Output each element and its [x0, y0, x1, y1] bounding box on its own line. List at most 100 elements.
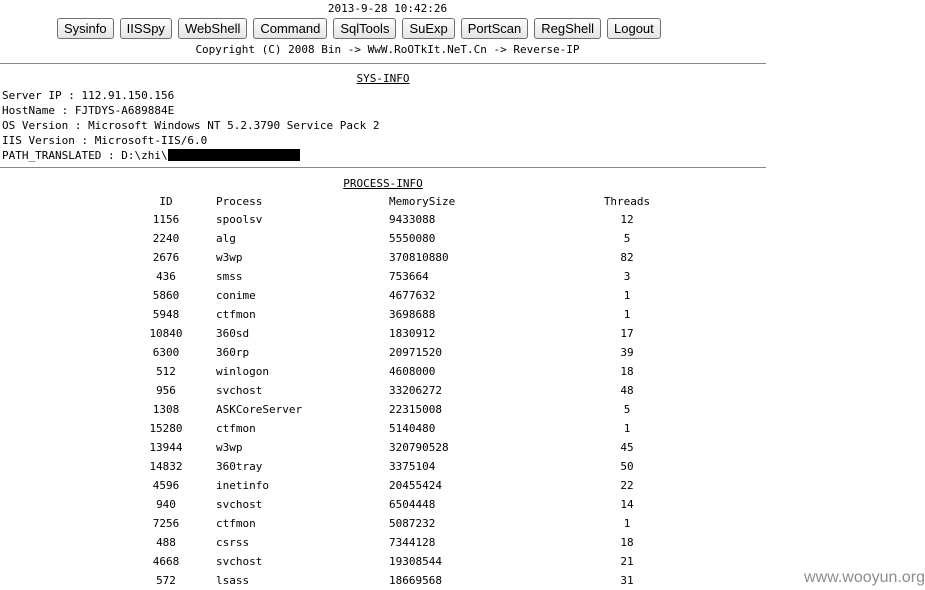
cell-threads: 82	[620, 251, 634, 264]
table-row: 2240 alg 5550080 5	[120, 229, 685, 248]
iis-version: IIS Version : Microsoft-IIS/6.0	[2, 134, 208, 147]
cell-process: smss	[216, 270, 243, 283]
cell-threads: 17	[620, 327, 634, 340]
cell-id: 14832	[149, 460, 183, 473]
path-translated-line: PATH_TRANSLATED : D:\zhi\	[2, 148, 380, 163]
table-row: 436 smss 753664 3	[120, 267, 685, 286]
sysinfo-block: Server IP : 112.91.150.156 HostName : FJ…	[2, 88, 380, 163]
cell-threads: 50	[620, 460, 634, 473]
cell-id: 1156	[152, 213, 180, 226]
table-row: 13944 w3wp 320790528 45	[120, 438, 685, 457]
cell-memory: 20971520	[389, 346, 442, 359]
table-row: 14832 360tray 3375104 50	[120, 457, 685, 476]
timestamp: 2013-9-28 10:42:26	[327, 2, 448, 15]
cell-threads: 3	[623, 270, 631, 283]
table-row: 956 svchost 33206272 48	[120, 381, 685, 400]
cell-threads: 21	[620, 555, 634, 568]
cell-id: 2240	[152, 232, 180, 245]
cell-process: svchost	[216, 498, 263, 511]
cell-memory: 3698688	[389, 308, 436, 321]
cell-memory: 3375104	[389, 460, 436, 473]
portscan-button[interactable]: PortScan	[460, 18, 529, 39]
cell-process: 360sd	[216, 327, 250, 340]
cell-id: 15280	[149, 422, 183, 435]
table-row: 512 winlogon 4608000 18	[120, 362, 685, 381]
table-row: 572 lsass 18669568 31	[120, 571, 685, 590]
cell-id: 10840	[149, 327, 183, 340]
cell-memory: 5140480	[389, 422, 436, 435]
cell-process: ctfmon	[216, 517, 256, 530]
cell-process: ctfmon	[216, 422, 256, 435]
cell-threads: 12	[620, 213, 634, 226]
cell-id: 5860	[152, 289, 180, 302]
nav-bar: Sysinfo IISSpy WebShell Command SqlTools…	[57, 18, 661, 39]
cell-memory: 320790528	[389, 441, 449, 454]
cell-threads: 22	[620, 479, 634, 492]
cell-process: w3wp	[216, 251, 243, 264]
sysinfo-title: SYS-INFO	[356, 72, 410, 85]
divider	[0, 63, 766, 64]
col-threads: Threads	[603, 195, 651, 208]
watermark: www.wooyun.org	[804, 569, 925, 586]
cell-memory: 18669568	[389, 574, 442, 587]
cell-threads: 1	[623, 289, 631, 302]
process-table: ID Process MemorySize Threads 1156 spools…	[120, 193, 685, 590]
logout-button[interactable]: Logout	[607, 18, 661, 39]
iisspy-button[interactable]: IISSpy	[119, 18, 172, 39]
copyright-text: Copyright (C) 2008 Bin -> WwW.RoOTkIt.Ne…	[195, 43, 580, 56]
divider	[0, 167, 766, 168]
cell-threads: 45	[620, 441, 634, 454]
redaction-bar	[167, 149, 300, 161]
table-row: 1308 ASKCoreServer 22315008 5	[120, 400, 685, 419]
cell-id: 4668	[152, 555, 180, 568]
cell-id: 13944	[149, 441, 183, 454]
cell-memory: 7344128	[389, 536, 436, 549]
col-process: Process	[216, 195, 263, 208]
suexp-button[interactable]: SuExp	[402, 18, 455, 39]
command-button[interactable]: Command	[253, 18, 328, 39]
table-row: 10840 360sd 1830912 17	[120, 324, 685, 343]
table-row: 1156 spoolsv 9433088 12	[120, 210, 685, 229]
table-row: 4596 inetinfo 20455424 22	[120, 476, 685, 495]
table-row: 5948 ctfmon 3698688 1	[120, 305, 685, 324]
cell-id: 512	[156, 365, 176, 378]
regshell-button[interactable]: RegShell	[534, 18, 602, 39]
cell-threads: 18	[620, 536, 634, 549]
cell-memory: 753664	[389, 270, 429, 283]
cell-id: 436	[156, 270, 176, 283]
cell-memory: 6504448	[389, 498, 436, 511]
cell-threads: 39	[620, 346, 634, 359]
table-row: 4668 svchost 19308544 21	[120, 552, 685, 571]
cell-process: lsass	[216, 574, 250, 587]
cell-process: inetinfo	[216, 479, 269, 492]
cell-threads: 5	[623, 403, 631, 416]
cell-memory: 370810880	[389, 251, 449, 264]
col-memorysize: MemorySize	[389, 195, 456, 208]
sqltools-button[interactable]: SqlTools	[333, 18, 397, 39]
cell-process: 360rp	[216, 346, 250, 359]
cell-memory: 5550080	[389, 232, 436, 245]
table-row: 488 csrss 7344128 18	[120, 533, 685, 552]
cell-process: winlogon	[216, 365, 269, 378]
cell-id: 488	[156, 536, 176, 549]
cell-memory: 33206272	[389, 384, 442, 397]
cell-id: 7256	[152, 517, 180, 530]
cell-id: 6300	[152, 346, 180, 359]
webshell-button[interactable]: WebShell	[177, 18, 248, 39]
col-id: ID	[159, 195, 173, 208]
hostname: HostName : FJTDYS-A689884E	[2, 104, 175, 117]
cell-threads: 14	[620, 498, 634, 511]
sysinfo-button[interactable]: Sysinfo	[57, 18, 114, 39]
cell-id: 572	[156, 574, 176, 587]
cell-process: ASKCoreServer	[216, 403, 303, 416]
server-ip: Server IP : 112.91.150.156	[2, 89, 175, 102]
cell-id: 956	[156, 384, 176, 397]
cell-id: 4596	[152, 479, 180, 492]
cell-memory: 22315008	[389, 403, 442, 416]
cell-memory: 4608000	[389, 365, 436, 378]
cell-process: ctfmon	[216, 308, 256, 321]
cell-memory: 19308544	[389, 555, 442, 568]
cell-memory: 1830912	[389, 327, 436, 340]
table-row: 6300 360rp 20971520 39	[120, 343, 685, 362]
cell-threads: 31	[620, 574, 634, 587]
